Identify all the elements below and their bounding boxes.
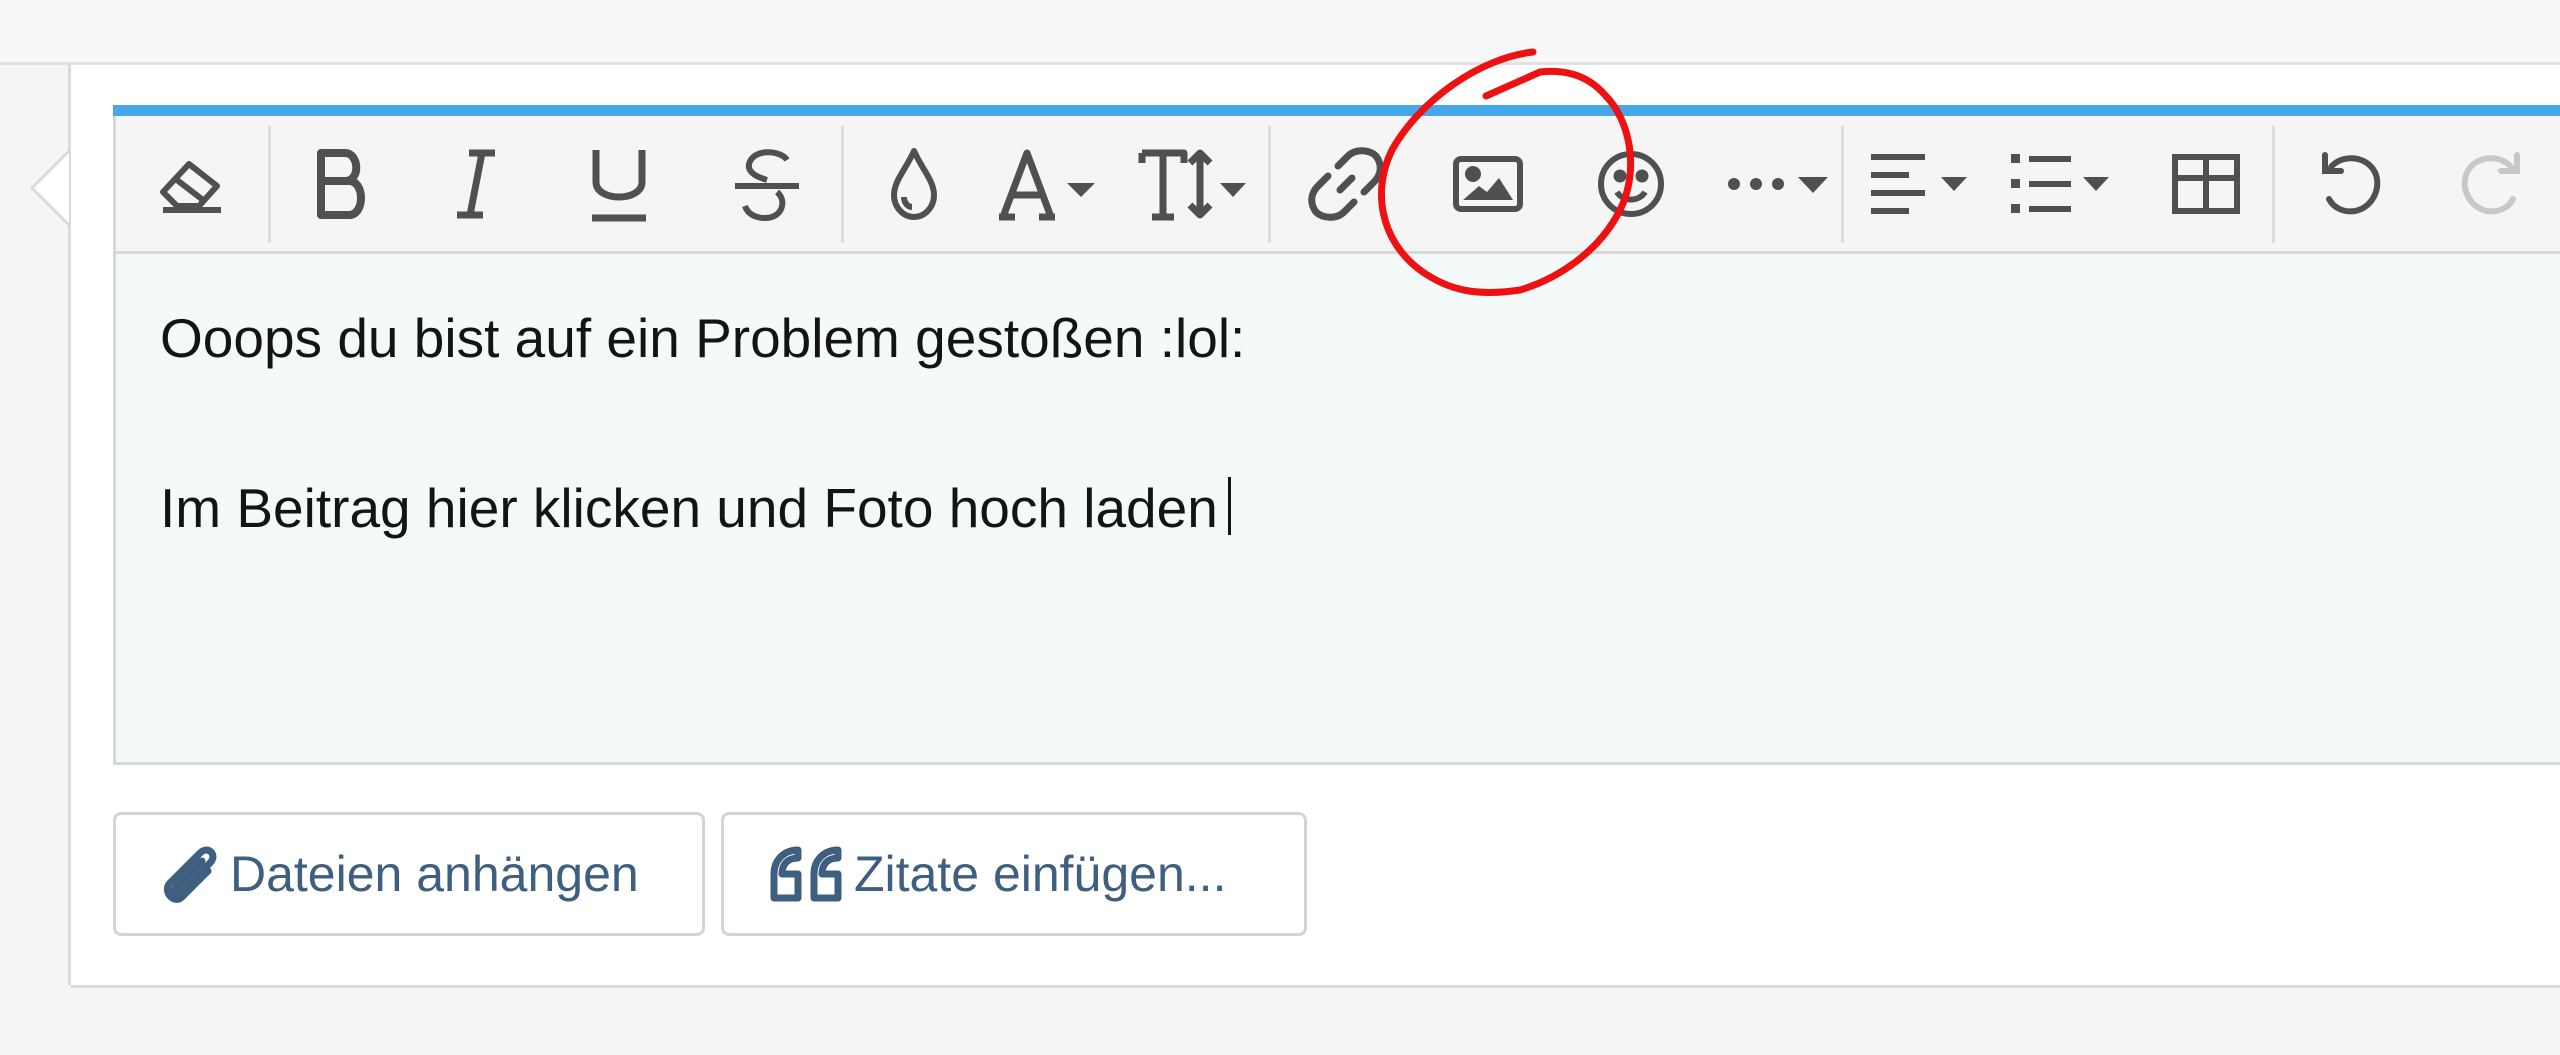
insert-table-button[interactable]	[2136, 116, 2276, 251]
editor-content-area[interactable]: Ooops du bist auf ein Problem gestoßen :…	[113, 254, 2560, 765]
clear-formatting-button[interactable]	[116, 116, 266, 251]
bold-icon	[317, 148, 365, 219]
text-color-button[interactable]	[849, 116, 979, 251]
redo-icon	[2461, 151, 2520, 214]
link-icon	[1308, 146, 1384, 221]
rich-text-editor: Ooops du bist auf ein Problem gestoßen :…	[113, 105, 2560, 765]
panel-pointer-fill	[34, 153, 69, 223]
underline-button[interactable]	[546, 116, 691, 251]
insert-image-button[interactable]	[1418, 116, 1558, 251]
align-left-icon	[1871, 153, 1967, 214]
smile-icon	[1598, 150, 1664, 217]
italic-button[interactable]	[411, 116, 541, 251]
eraser-icon	[160, 160, 221, 213]
attach-files-label: Dateien anhängen	[230, 846, 639, 902]
strikethrough-button[interactable]	[694, 116, 839, 251]
undo-button[interactable]	[2280, 116, 2420, 251]
ellipsis-icon	[1728, 176, 1828, 193]
text-caret	[1227, 477, 1231, 535]
undo-icon	[2322, 151, 2381, 214]
italic-icon	[457, 149, 495, 218]
list-dropdown[interactable]	[1991, 116, 2131, 251]
font-family-dropdown[interactable]	[984, 116, 1114, 251]
page-header-strip	[0, 0, 2560, 65]
font-icon	[999, 149, 1095, 220]
font-size-dropdown[interactable]	[1121, 116, 1266, 251]
bold-button[interactable]	[276, 116, 406, 251]
insert-quotes-button[interactable]: Zitate einfügen...	[721, 812, 1307, 936]
page-footer-strip	[0, 988, 2560, 1055]
droplet-icon	[891, 147, 937, 220]
table-icon	[2172, 153, 2240, 214]
editor-accent-bar	[113, 105, 2560, 116]
editor-text-line-2-text: Im Beitrag hier klicken und Foto hoch la…	[160, 477, 1218, 539]
image-icon	[1453, 155, 1523, 212]
editor-text-line-2: Im Beitrag hier klicken und Foto hoch la…	[160, 476, 1231, 540]
strikethrough-icon	[734, 148, 799, 221]
quote-icon	[768, 844, 844, 904]
align-dropdown[interactable]	[1849, 116, 1989, 251]
insert-smilie-button[interactable]	[1561, 116, 1701, 251]
more-options-dropdown[interactable]	[1706, 116, 1856, 251]
list-icon	[2011, 153, 2109, 213]
attach-files-button[interactable]: Dateien anhängen	[113, 812, 705, 936]
paperclip-icon	[160, 841, 220, 907]
redo-button[interactable]	[2422, 116, 2560, 251]
insert-link-button[interactable]	[1276, 116, 1416, 251]
editor-text-line-1: Ooops du bist auf ein Problem gestoßen :…	[160, 307, 1246, 369]
insert-quotes-label: Zitate einfügen...	[854, 846, 1227, 902]
text-height-icon	[1138, 149, 1246, 220]
editor-toolbar	[113, 116, 2560, 254]
underline-icon	[591, 149, 646, 221]
